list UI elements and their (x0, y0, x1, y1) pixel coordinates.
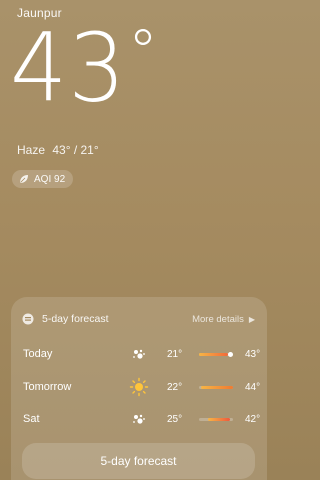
aqi-label: AQI 92 (34, 173, 66, 185)
sunny-icon (129, 377, 149, 397)
forecast-row[interactable]: Sat 25° 42° (23, 409, 260, 429)
temperature-value: 43 (10, 13, 127, 124)
haze-night-icon (133, 414, 145, 424)
condition-text: Haze (17, 143, 46, 157)
forecast-day: Sat (23, 413, 40, 425)
high-temp: 42° (245, 413, 261, 425)
five-day-forecast-button[interactable]: 5-day forecast (22, 443, 255, 479)
forecast-title: 5-day forecast (42, 313, 109, 325)
current-condition: Haze 43° / 21° (17, 143, 103, 157)
low-temp: 22° (167, 381, 183, 393)
more-details-label: More details (192, 313, 244, 325)
more-details-link[interactable]: More details ▶ (192, 314, 255, 325)
forecast-day: Tomorrow (23, 381, 72, 393)
range-fill (199, 353, 228, 356)
forecast-card: 5-day forecast More details ▶ Today 21° … (11, 297, 267, 480)
degree-symbol: ° (128, 17, 159, 87)
range-fill (200, 386, 233, 389)
low-temp: 21° (167, 348, 183, 360)
current-temperature: 43 ° (10, 13, 158, 124)
forecast-row[interactable]: Today 21° 43° (23, 344, 260, 364)
range-fill (207, 418, 231, 421)
forecast-day: Today (23, 348, 53, 360)
chevron-right-icon: ▶ (248, 314, 255, 324)
high-low-text: 43° / 21° (52, 143, 99, 157)
high-temp: 43° (245, 348, 261, 360)
leaf-icon (20, 175, 28, 183)
calendar-icon (22, 313, 34, 325)
low-temp: 25° (167, 413, 183, 425)
haze-night-icon (133, 349, 145, 359)
temperature-range-bar (199, 418, 233, 421)
high-temp: 44° (245, 381, 261, 393)
aqi-badge[interactable]: AQI 92 (12, 170, 74, 188)
current-temp-marker (227, 352, 233, 357)
forecast-header: 5-day forecast More details ▶ (22, 313, 255, 325)
forecast-row[interactable]: Tomorrow 22° 44° (23, 377, 260, 397)
temperature-range-bar (199, 386, 233, 389)
temperature-range-bar (199, 352, 233, 357)
